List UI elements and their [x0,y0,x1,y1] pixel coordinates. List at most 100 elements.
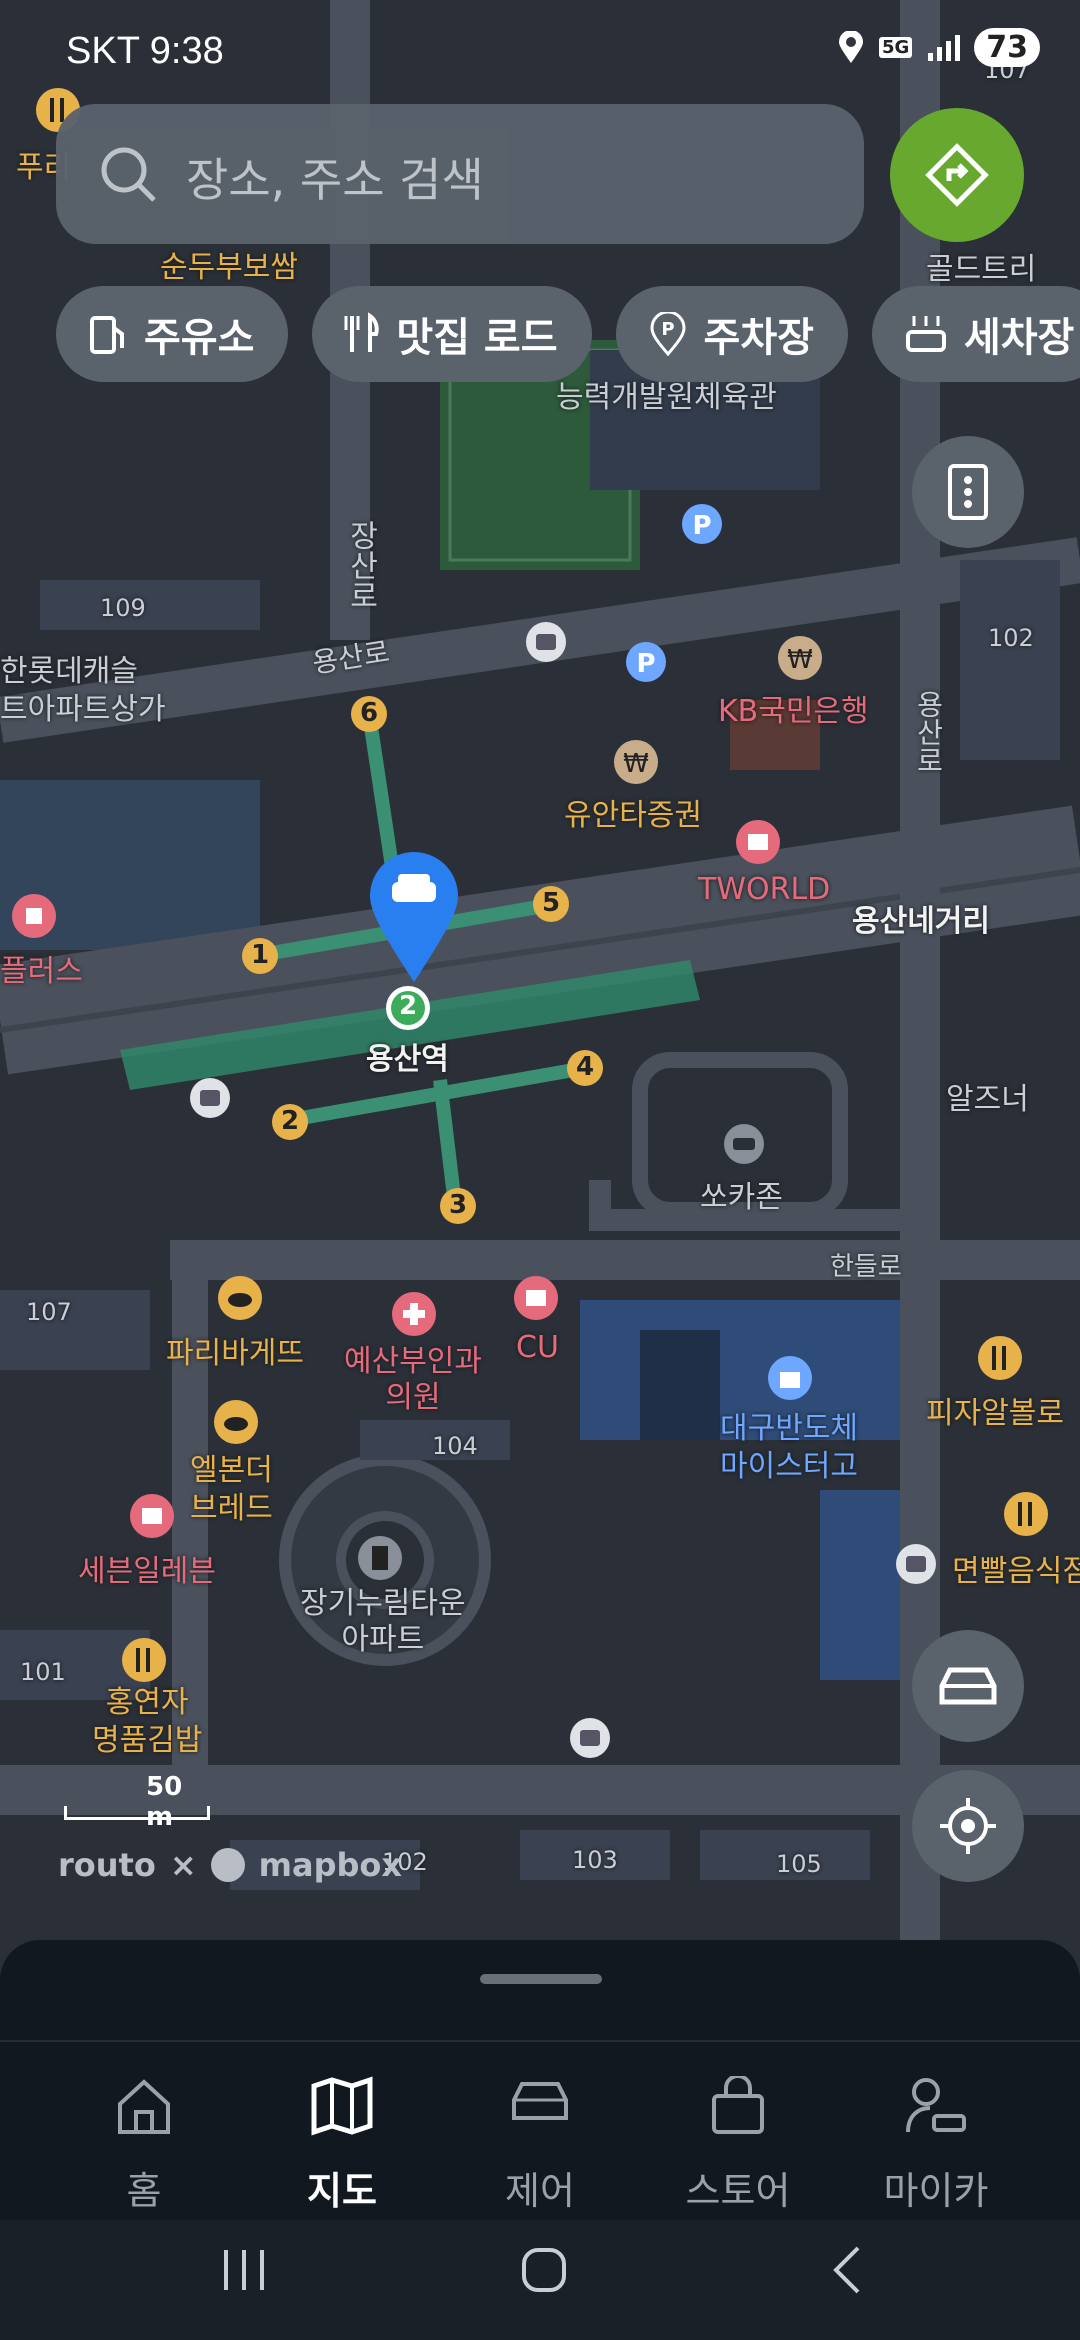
location-icon [838,30,863,63]
exit-3-label[interactable]: 3 [448,1190,468,1220]
sheet-drag-handle[interactable] [480,1974,602,1984]
parking-icon: P [650,312,686,356]
nav-home-label: 홈 [126,2169,162,2213]
nav-store-label: 스토어 [685,2169,791,2213]
home-nav-icon[interactable] [514,2240,574,2300]
mapbox-logo: mapbox [258,1846,403,1884]
chip-parking-label: 주차장 [703,315,814,361]
place-yongsan-crossroad[interactable]: 용산네거리 [852,896,990,940]
back-icon[interactable] [818,2240,878,2300]
building-101: 101 [20,1658,66,1686]
store-bag-icon [712,2076,764,2134]
attribution-separator: × [169,1846,197,1884]
place-aljeuneo[interactable]: 알즈너 [946,1074,1029,1118]
map-scale-label: 50 m [146,1772,183,1832]
poi-yuanta[interactable]: 유안타증권 [564,790,702,834]
poi-plus[interactable]: 플러스 [0,946,83,990]
poi-tworld[interactable]: TWORLD [698,872,830,907]
poi-jangginurim-apt[interactable]: 장기누림타운 아파트 [300,1586,466,1658]
mapbox-logo-icon [210,1848,245,1882]
building-104: 104 [432,1432,478,1460]
nav-map[interactable]: 지도 [252,2076,432,2215]
exit-2-label[interactable]: 2 [280,1106,300,1136]
exit-4-label[interactable]: 4 [575,1052,595,1082]
nav-map-label: 지도 [307,2169,377,2213]
chip-restaurant-road[interactable]: 맛집 로드 [312,286,592,382]
building-102: 102 [988,624,1034,652]
routo-logo: routo [58,1846,156,1884]
bottom-navigation: 홈 지도 제어 스토어 마이카 [0,2040,1080,2213]
poi-hongyeonja[interactable]: 홍연자 명품김밥 [92,1684,202,1760]
nav-store[interactable]: 스토어 [648,2076,828,2215]
chip-parking[interactable]: P 주차장 [615,286,848,382]
map-icon [311,2076,373,2136]
poi-daegu-semiconductor[interactable]: 대구반도체 마이스터고 [720,1410,858,1486]
status-icons: 5G 73 [837,28,1040,67]
status-time-carrier: SKT 9:38 [66,30,224,73]
chip-gas-station[interactable]: 주유소 [56,286,289,382]
road-handeulro: 한들로 [830,1252,902,1282]
poi-paris-baguette[interactable]: 파리바게뜨 [166,1328,304,1372]
recent-apps-icon[interactable] [214,2240,274,2300]
battery-indicator: 73 [974,28,1040,67]
poi-kb-bank[interactable]: KB국민은행 [718,686,869,730]
network-5g-icon: 5G [878,37,913,58]
carrier-name: SKT [66,30,140,72]
search-placeholder: 장소, 주소 검색 [186,153,484,207]
my-location-button[interactable] [912,1770,1024,1882]
poi-elbon[interactable]: 엘본더 브레드 [190,1452,273,1528]
chip-car-wash[interactable]: 세차장 [871,286,1080,382]
poi-noodle[interactable]: 면빨음식점 [952,1546,1080,1590]
map-scale: 50 m [64,1772,212,1832]
nav-my-car-label: 마이카 [883,2169,989,2213]
poi-lotte-castle-line2[interactable]: 트아파트상가 [0,684,166,728]
car-icon [512,2082,568,2120]
station-yongsan-label[interactable]: 용산역 [366,1034,449,1078]
nav-my-car[interactable]: 마이카 [846,2076,1026,2215]
building-105: 105 [776,1850,822,1878]
layers-icon [948,464,988,520]
gas-station-icon [90,316,124,354]
nav-control[interactable]: 제어 [450,2076,630,2215]
exit-6-label[interactable]: 6 [359,698,379,728]
directions-button[interactable] [890,108,1024,242]
signal-icon [928,34,961,61]
category-chips: 주유소 맛집 로드 P 주차장 세차장 [56,286,1080,382]
search-bar[interactable]: 장소, 주소 검색 [56,104,864,244]
my-location-icon [940,1798,996,1854]
car-location-button[interactable] [912,1630,1024,1742]
exit-1-label[interactable]: 1 [250,940,270,970]
map-scale-bar [64,1806,210,1820]
chip-car-wash-label: 세차장 [963,315,1075,361]
poi-obgyn[interactable]: 예산부인과 의원 [344,1344,482,1416]
building-107: 107 [26,1298,72,1326]
search-icon [101,147,156,202]
status-bar: SKT 9:38 5G 73 [0,28,1080,78]
chip-gas-station-label: 주유소 [144,315,255,361]
home-icon [118,2079,170,2134]
car-wash-icon [905,316,946,352]
map-attribution: routo × mapbox [58,1846,402,1884]
system-navigation-bar [0,2220,1080,2340]
layers-button[interactable] [912,436,1024,548]
restaurant-icon [344,312,380,352]
poi-sundubu[interactable]: 순두부보쌈 [160,242,298,286]
nav-home[interactable]: 홈 [54,2076,234,2215]
clock: 9:38 [149,30,224,72]
poi-pizza-alvolo[interactable]: 피자알볼로 [926,1388,1064,1432]
subway-line2-label: 2 [398,991,418,1021]
building-109: 109 [100,594,146,622]
poi-socarzone[interactable]: 쏘카존 [700,1172,783,1216]
road-jangsanro: 장산로 [343,520,378,610]
directions-icon [925,143,989,207]
my-car-person-icon [906,2078,966,2133]
exit-5-label[interactable]: 5 [541,888,561,918]
poi-cu[interactable]: CU [516,1330,559,1365]
svg-text:P: P [661,319,674,340]
car-icon [939,1667,997,1705]
building-103: 103 [572,1846,618,1874]
poi-gold-tree[interactable]: 골드트리 [926,244,1036,288]
chip-restaurant-road-label: 맛집 로드 [396,315,558,361]
poi-seven-eleven[interactable]: 세븐일레븐 [78,1546,216,1590]
road-yongsanro-right: 용산로 [912,690,945,774]
